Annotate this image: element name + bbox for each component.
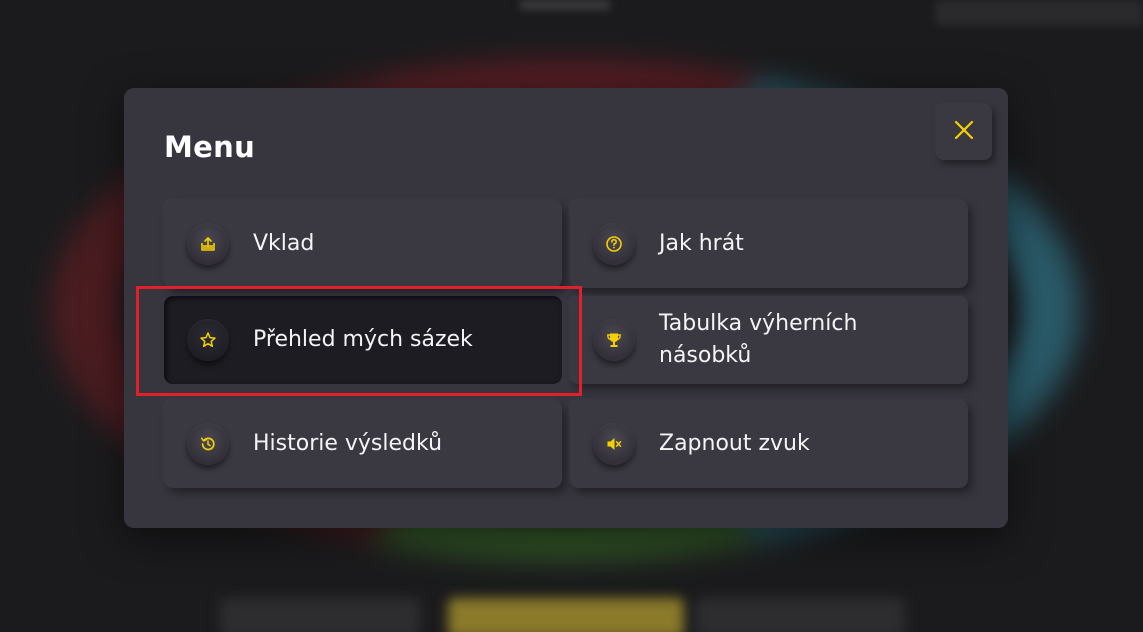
star-icon (187, 319, 229, 361)
menu-item-how-to-play[interactable]: Jak hrát (570, 200, 968, 288)
menu-item-results-history[interactable]: Historie výsledků (164, 400, 562, 488)
close-button[interactable] (936, 104, 992, 160)
menu-item-label: Vklad (253, 231, 315, 256)
bottom-center-button-background (448, 598, 684, 632)
top-right-bar-background (935, 0, 1143, 26)
menu-modal: Menu Vklad Jak hrát Přehled mých sázek T… (124, 88, 1008, 528)
menu-item-my-bets[interactable]: Přehled mých sázek (164, 296, 562, 384)
menu-item-payout-table[interactable]: Tabulka výherních násobků (570, 296, 968, 384)
menu-item-label: Přehled mých sázek (253, 327, 473, 352)
trophy-icon (593, 319, 635, 361)
help-icon (593, 223, 635, 265)
deposit-icon (187, 223, 229, 265)
bottom-right-button-background (695, 598, 905, 632)
top-center-background (520, 0, 610, 10)
menu-item-sound-toggle[interactable]: Zapnout zvuk (570, 400, 968, 488)
menu-item-deposit[interactable]: Vklad (164, 200, 562, 288)
close-icon (953, 119, 975, 145)
menu-item-label: Tabulka výherních násobků (659, 311, 858, 368)
menu-item-label: Zapnout zvuk (659, 431, 810, 456)
menu-item-label: Historie výsledků (253, 431, 443, 456)
sound-muted-icon (593, 423, 635, 465)
history-icon (187, 423, 229, 465)
bottom-left-button-background (220, 598, 420, 632)
menu-item-label: Jak hrát (659, 231, 744, 256)
modal-title: Menu (164, 130, 256, 164)
